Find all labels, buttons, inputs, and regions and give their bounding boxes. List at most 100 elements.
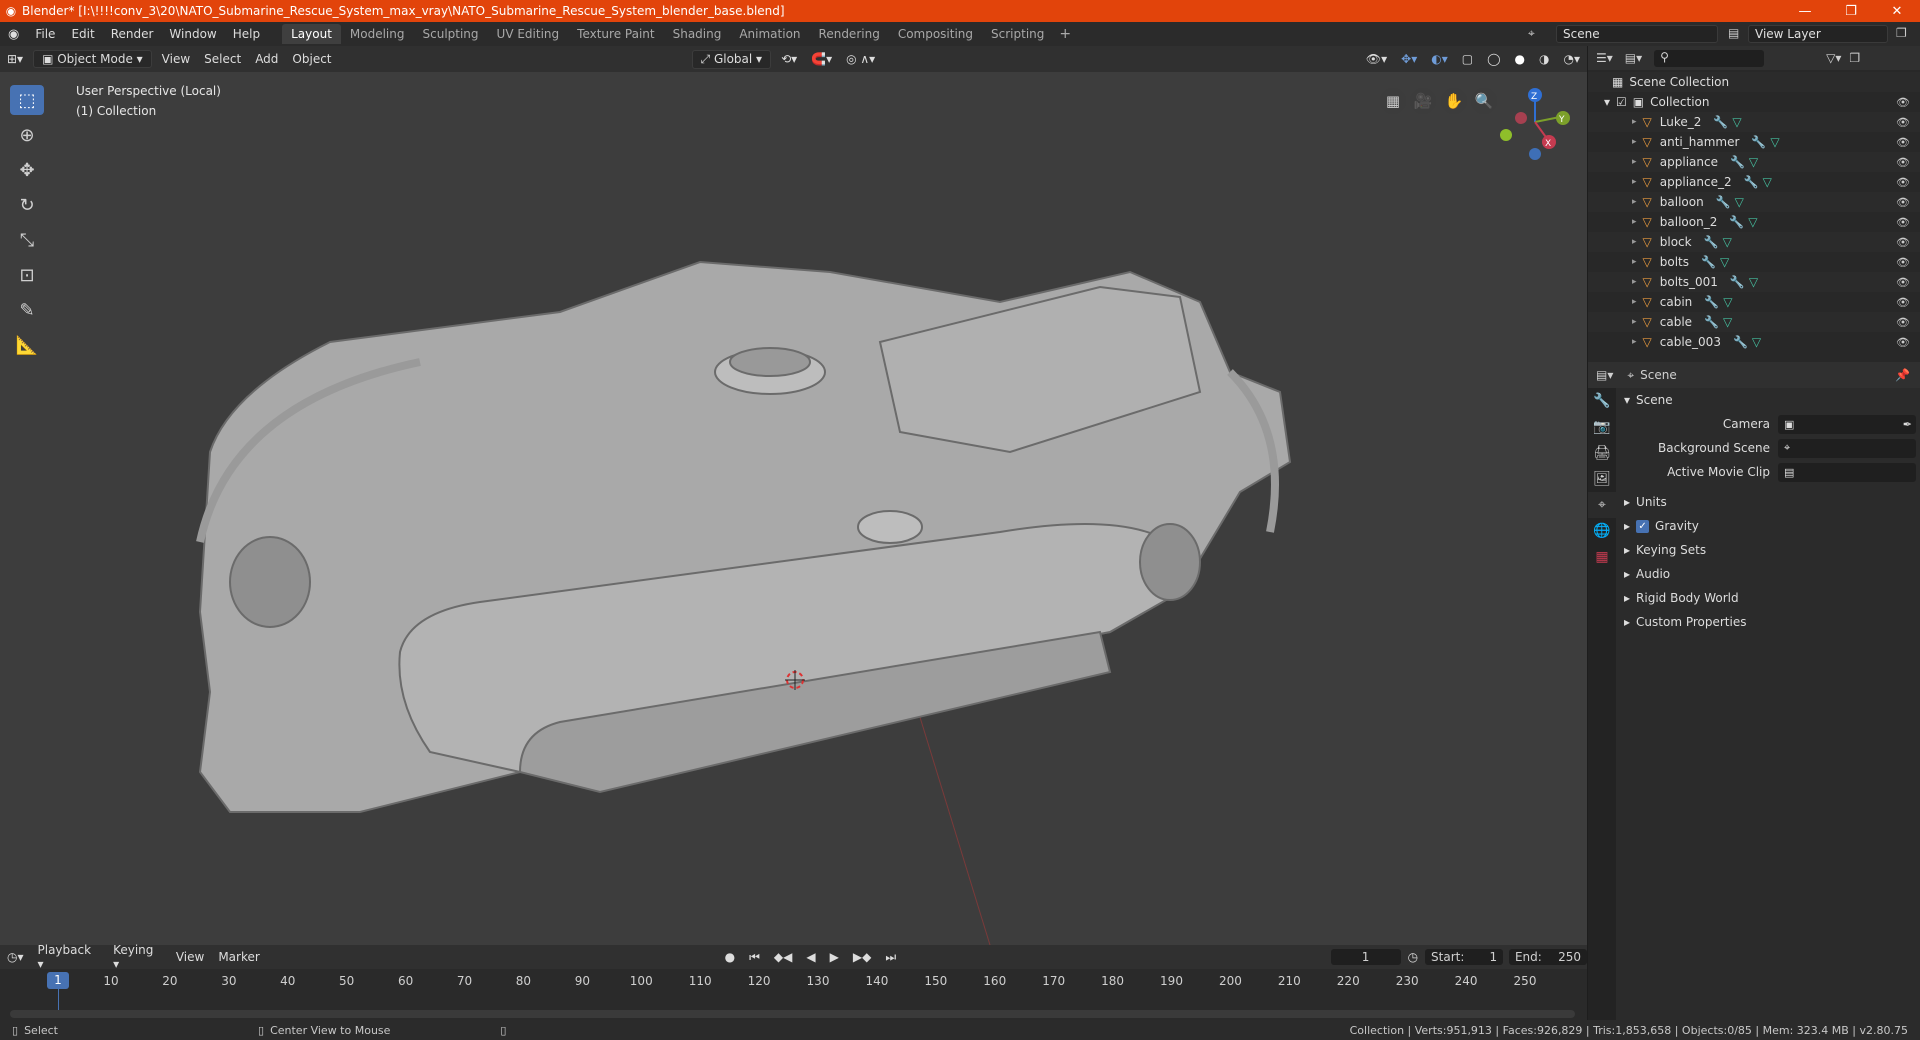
navigation-gizmo[interactable]: Z Y X <box>1500 88 1570 160</box>
expand-icon[interactable]: ▸ <box>1632 117 1637 127</box>
outliner-item[interactable]: ▸ ▽ anti_hammer 🔧 ▽ 👁 <box>1588 132 1920 152</box>
outliner-editor-icon[interactable]: ☰▾ <box>1596 51 1613 65</box>
expand-icon[interactable]: ▸ <box>1632 337 1637 347</box>
mesh-data-icon[interactable]: ▽ <box>1732 115 1741 129</box>
outliner-search-input[interactable]: ⚲ <box>1654 49 1765 67</box>
eye-icon[interactable]: 👁 <box>1896 156 1910 169</box>
eye-icon[interactable]: 👁 <box>1896 336 1910 349</box>
render-tab-icon[interactable]: 📷 <box>1588 414 1616 440</box>
expand-icon[interactable]: ▸ <box>1632 257 1637 267</box>
pivot-icon[interactable]: ⟲▾ <box>774 50 804 68</box>
expand-icon[interactable]: ▸ <box>1632 137 1637 147</box>
snap-icon[interactable]: 🧲▾ <box>804 50 839 68</box>
modifier-icon[interactable]: 🔧 <box>1733 335 1748 349</box>
custom-properties-panel[interactable]: ▸ Custom Properties <box>1616 610 1920 634</box>
rotate-icon[interactable]: ↻ <box>10 190 44 220</box>
scene-collection-row[interactable]: ▦ Scene Collection <box>1588 72 1920 92</box>
menu-keying[interactable]: Keying ▾ <box>106 943 169 971</box>
menu-add[interactable]: Add <box>248 50 285 68</box>
next-keyframe-icon[interactable]: ▶◆ <box>846 950 878 964</box>
gravity-panel[interactable]: ▸ ✓ Gravity <box>1616 514 1920 538</box>
view-layer-selector[interactable]: View Layer <box>1748 25 1888 43</box>
eyedropper-icon[interactable]: ✒ <box>1903 418 1912 431</box>
tab-texture-paint[interactable]: Texture Paint <box>568 24 663 44</box>
cursor-icon[interactable]: ⊕ <box>10 120 44 150</box>
select-box-icon[interactable]: ⬚ <box>10 85 44 115</box>
menu-timeline-view[interactable]: View <box>169 950 211 964</box>
output-tab-icon[interactable]: 🖨 <box>1588 440 1616 466</box>
expand-icon[interactable]: ▸ <box>1632 217 1637 227</box>
eye-icon[interactable]: 👁 <box>1896 116 1910 129</box>
tool-tab-icon[interactable]: 🔧 <box>1588 388 1616 414</box>
expand-icon[interactable]: ▸ <box>1632 237 1637 247</box>
add-workspace-icon[interactable]: + <box>1053 26 1077 42</box>
tab-layout[interactable]: Layout <box>282 24 341 44</box>
editor-type-icon[interactable]: ⊞▾ <box>0 50 30 68</box>
jump-start-icon[interactable]: ⏮ <box>742 950 767 965</box>
mesh-data-icon[interactable]: ▽ <box>1770 135 1779 149</box>
eye-icon[interactable]: 👁 <box>1896 296 1910 309</box>
eye-icon[interactable]: 👁 <box>1896 276 1910 289</box>
outliner-item[interactable]: ▸ ▽ balloon 🔧 ▽ 👁 <box>1588 192 1920 212</box>
outliner-item[interactable]: ▸ ▽ appliance_2 🔧 ▽ 👁 <box>1588 172 1920 192</box>
modifier-icon[interactable]: 🔧 <box>1701 255 1716 269</box>
modifier-icon[interactable]: 🔧 <box>1704 295 1719 309</box>
properties-editor-icon[interactable]: ▤▾ <box>1596 368 1613 382</box>
outliner-item[interactable]: ▸ ▽ balloon_2 🔧 ▽ 👁 <box>1588 212 1920 232</box>
scene-panel-header[interactable]: ▾ Scene <box>1616 388 1920 412</box>
annotate-icon[interactable]: ✎ <box>10 295 44 325</box>
gizmo-icon[interactable]: ✥▾ <box>1394 50 1424 68</box>
play-reverse-icon[interactable]: ◀ <box>799 950 822 964</box>
start-frame-field[interactable]: Start: 1 <box>1425 949 1504 965</box>
outliner-item[interactable]: ▸ ▽ cable_003 🔧 ▽ 👁 <box>1588 332 1920 352</box>
timeline[interactable]: 1 10 20 30 40 50 60 70 80 90 100 110 120 130 140 150 160… <box>0 969 1587 1024</box>
prev-keyframe-icon[interactable]: ◆◀ <box>767 950 799 964</box>
gravity-checkbox[interactable]: ✓ <box>1636 519 1650 533</box>
play-icon[interactable]: ▶ <box>823 950 846 964</box>
timeline-scrollbar[interactable] <box>10 1010 1575 1018</box>
menu-window[interactable]: Window <box>161 27 224 41</box>
modifier-icon[interactable]: 🔧 <box>1730 155 1745 169</box>
eye-icon[interactable]: 👁 <box>1896 196 1910 209</box>
clock-icon[interactable]: ◷ <box>1401 950 1425 964</box>
eye-icon[interactable]: 👁 <box>1896 136 1910 149</box>
background-scene-field[interactable]: ⌖ <box>1778 438 1916 458</box>
pin-icon[interactable]: 📌 <box>1895 368 1910 382</box>
modifier-icon[interactable]: 🔧 <box>1729 215 1744 229</box>
rigid-body-world-panel[interactable]: ▸ Rigid Body World <box>1616 586 1920 610</box>
modifier-icon[interactable]: 🔧 <box>1704 235 1719 249</box>
measure-icon[interactable]: 📐 <box>10 330 44 360</box>
display-mode-icon[interactable]: ▤▾ <box>1625 51 1642 65</box>
expand-icon[interactable]: ▾ <box>1604 95 1610 109</box>
outliner-item[interactable]: ▸ ▽ Luke_2 🔧 ▽ 👁 <box>1588 112 1920 132</box>
scene-selector[interactable]: Scene <box>1556 25 1718 43</box>
menu-view[interactable]: View <box>155 50 197 68</box>
tab-scripting[interactable]: Scripting <box>982 24 1053 44</box>
mesh-data-icon[interactable]: ▽ <box>1735 195 1744 209</box>
proportional-edit-icon[interactable]: ◎ ∧▾ <box>839 50 882 68</box>
audio-panel[interactable]: ▸ Audio <box>1616 562 1920 586</box>
texture-tab-icon[interactable]: ▦ <box>1588 544 1616 570</box>
expand-icon[interactable]: ▸ <box>1632 277 1637 287</box>
expand-icon[interactable]: ▸ <box>1632 317 1637 327</box>
tab-uv-editing[interactable]: UV Editing <box>488 24 569 44</box>
camera-view-icon[interactable]: 🎥 <box>1410 88 1436 114</box>
record-icon[interactable]: ● <box>718 950 742 964</box>
mesh-data-icon[interactable]: ▽ <box>1748 215 1757 229</box>
tab-sculpting[interactable]: Sculpting <box>414 24 488 44</box>
timeline-editor-icon[interactable]: ◷▾ <box>0 950 31 964</box>
collection-row[interactable]: ▾ ☑ ▣ Collection 👁 <box>1588 92 1920 112</box>
units-panel[interactable]: ▸ Units <box>1616 490 1920 514</box>
mesh-data-icon[interactable]: ▽ <box>1723 295 1732 309</box>
modifier-icon[interactable]: 🔧 <box>1704 315 1719 329</box>
tab-animation[interactable]: Animation <box>730 24 809 44</box>
mesh-data-icon[interactable]: ▽ <box>1752 335 1761 349</box>
mesh-data-icon[interactable]: ▽ <box>1763 175 1772 189</box>
menu-object[interactable]: Object <box>285 50 338 68</box>
active-movie-clip-field[interactable]: ▤ <box>1778 462 1916 482</box>
tab-shading[interactable]: Shading <box>664 24 731 44</box>
tab-modeling[interactable]: Modeling <box>341 24 414 44</box>
scene-tab-icon[interactable]: ⌖ <box>1588 492 1616 518</box>
3d-viewport[interactable]: Z Y X User Perspective (Local) (1) Colle… <box>0 72 1587 945</box>
outliner-item[interactable]: ▸ ▽ cable 🔧 ▽ 👁 <box>1588 312 1920 332</box>
